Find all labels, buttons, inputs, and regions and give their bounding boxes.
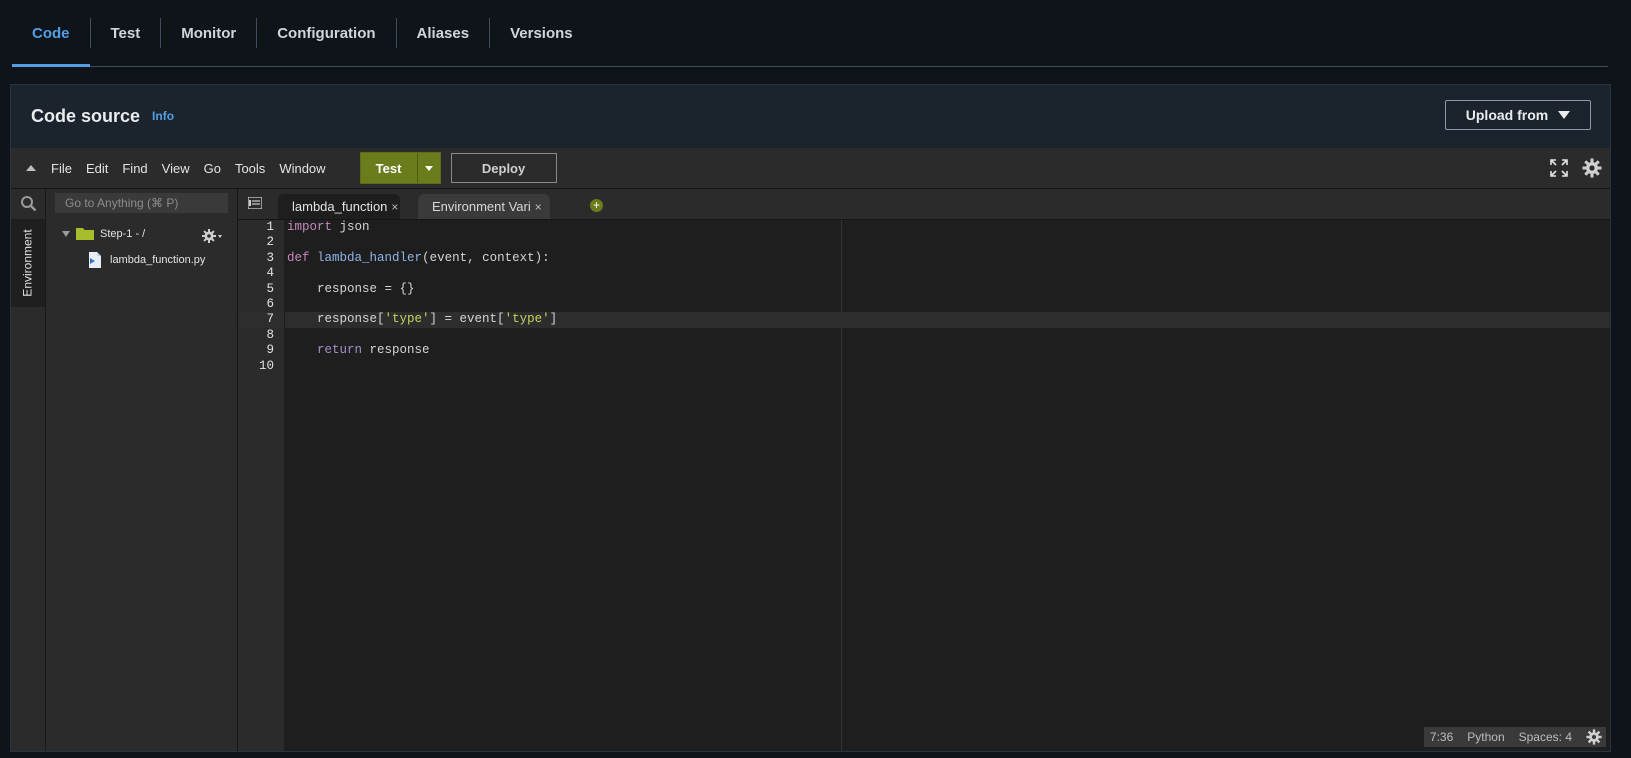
file-tree-panel: Step-1 - /: [46, 189, 238, 751]
menu-edit[interactable]: Edit: [86, 161, 108, 176]
line-number: 7: [238, 312, 284, 328]
info-link[interactable]: Info: [152, 109, 174, 123]
editor-status-bar: 7:36 Python Spaces: 4: [1423, 727, 1606, 747]
fullscreen-icon[interactable]: [1550, 159, 1568, 177]
code-editor[interactable]: import json ​ def lambda_handler(event, …: [285, 220, 1610, 751]
menu-tools[interactable]: Tools: [235, 161, 265, 176]
editor-tab-bar: lambda_function × Environment Vari × +: [238, 189, 1610, 220]
environment-tab[interactable]: Environment: [11, 219, 45, 307]
cloud9-ide: File Edit Find View Go Tools Window Test…: [11, 148, 1610, 751]
add-tab-icon[interactable]: +: [590, 199, 603, 212]
test-button[interactable]: Test: [360, 153, 417, 183]
menu-window[interactable]: Window: [279, 161, 325, 176]
line-number: 4: [266, 266, 274, 281]
editor-tab-label: lambda_function: [292, 199, 388, 214]
menu-view[interactable]: View: [162, 161, 190, 176]
line-number: 1: [266, 220, 274, 234]
language-mode[interactable]: Python: [1467, 730, 1504, 744]
line-number: 10: [258, 358, 274, 373]
line-number: 2: [266, 235, 274, 250]
environment-label: Environment: [21, 229, 35, 297]
deploy-button[interactable]: Deploy: [450, 153, 557, 183]
tree-root-folder[interactable]: Step-1 - /: [62, 227, 145, 240]
editor-tab-lambda-function[interactable]: lambda_function ×: [278, 194, 400, 219]
test-dropdown-button[interactable]: [416, 153, 440, 183]
tree-file-label: lambda_function.py: [110, 254, 206, 266]
tree-settings-gear-icon[interactable]: [201, 228, 223, 244]
tab-list-icon[interactable]: [248, 197, 262, 209]
code-line: return response: [317, 343, 430, 358]
code-line: def lambda_handler(event, context):: [287, 250, 550, 265]
upload-from-label: Upload from: [1465, 107, 1549, 123]
code-line: import json: [287, 220, 370, 234]
line-number: 9: [266, 343, 274, 358]
search-icon[interactable]: [20, 195, 37, 212]
code-line: ​: [285, 297, 1610, 312]
panel-title: Code source: [31, 105, 141, 126]
cursor-position[interactable]: 7:36: [1430, 730, 1453, 744]
code-line: response['type'] = event['type']: [285, 312, 1610, 328]
goto-bar: [46, 189, 237, 219]
editor-tab-label: Environment Vari: [432, 199, 531, 214]
line-number: 8: [266, 327, 274, 342]
top-tab-bar: Code Test Monitor Configuration Aliases …: [12, 0, 1608, 67]
folder-icon: [76, 228, 94, 240]
goto-anything-input[interactable]: [55, 193, 228, 213]
indentation-setting[interactable]: Spaces: 4: [1519, 730, 1572, 744]
code-line: ​: [285, 359, 1610, 374]
line-number: 5: [266, 281, 274, 296]
code-line: ​: [285, 328, 1610, 343]
caret-down-icon: [1558, 111, 1571, 119]
code-line: ​: [285, 235, 1610, 250]
code-source-panel: Code source Info Upload from File Edit F…: [10, 84, 1611, 752]
editor-tab-environment-variables[interactable]: Environment Vari ×: [418, 194, 550, 219]
python-file-icon: [89, 252, 101, 268]
panel-header: Code source Info Upload from: [11, 85, 1610, 147]
line-number: 3: [266, 250, 274, 265]
tab-code[interactable]: Code: [12, 0, 90, 67]
environment-strip: Environment: [11, 189, 46, 751]
caret-down-icon: [424, 165, 433, 171]
tab-versions[interactable]: Versions: [490, 0, 593, 66]
tab-aliases[interactable]: Aliases: [397, 0, 490, 66]
menu-find[interactable]: Find: [122, 161, 147, 176]
line-number-gutter: 1 2 3 4 5 6 7 8 9 10: [238, 220, 284, 751]
ide-menubar: File Edit Find View Go Tools Window Test…: [11, 148, 1610, 189]
expand-arrow-icon[interactable]: [62, 230, 70, 237]
test-button-group: Test: [359, 152, 441, 184]
upload-from-button[interactable]: Upload from: [1445, 100, 1591, 130]
close-icon[interactable]: ×: [391, 200, 398, 214]
tree-root-label: Step-1 - /: [100, 227, 146, 240]
menu-go[interactable]: Go: [204, 161, 221, 176]
tree-file-item[interactable]: lambda_function.py: [88, 252, 205, 268]
code-line: response = {}: [287, 281, 415, 296]
status-gear-icon[interactable]: [1586, 729, 1602, 745]
tab-test[interactable]: Test: [91, 0, 161, 66]
code-line: ​: [285, 266, 1610, 281]
tab-monitor[interactable]: Monitor: [161, 0, 256, 66]
menu-file[interactable]: File: [51, 161, 72, 176]
settings-gear-icon[interactable]: [1582, 158, 1602, 178]
tab-configuration[interactable]: Configuration: [257, 0, 395, 66]
line-number: 6: [266, 296, 274, 311]
collapse-icon[interactable]: [26, 165, 36, 171]
close-icon[interactable]: ×: [535, 200, 542, 214]
